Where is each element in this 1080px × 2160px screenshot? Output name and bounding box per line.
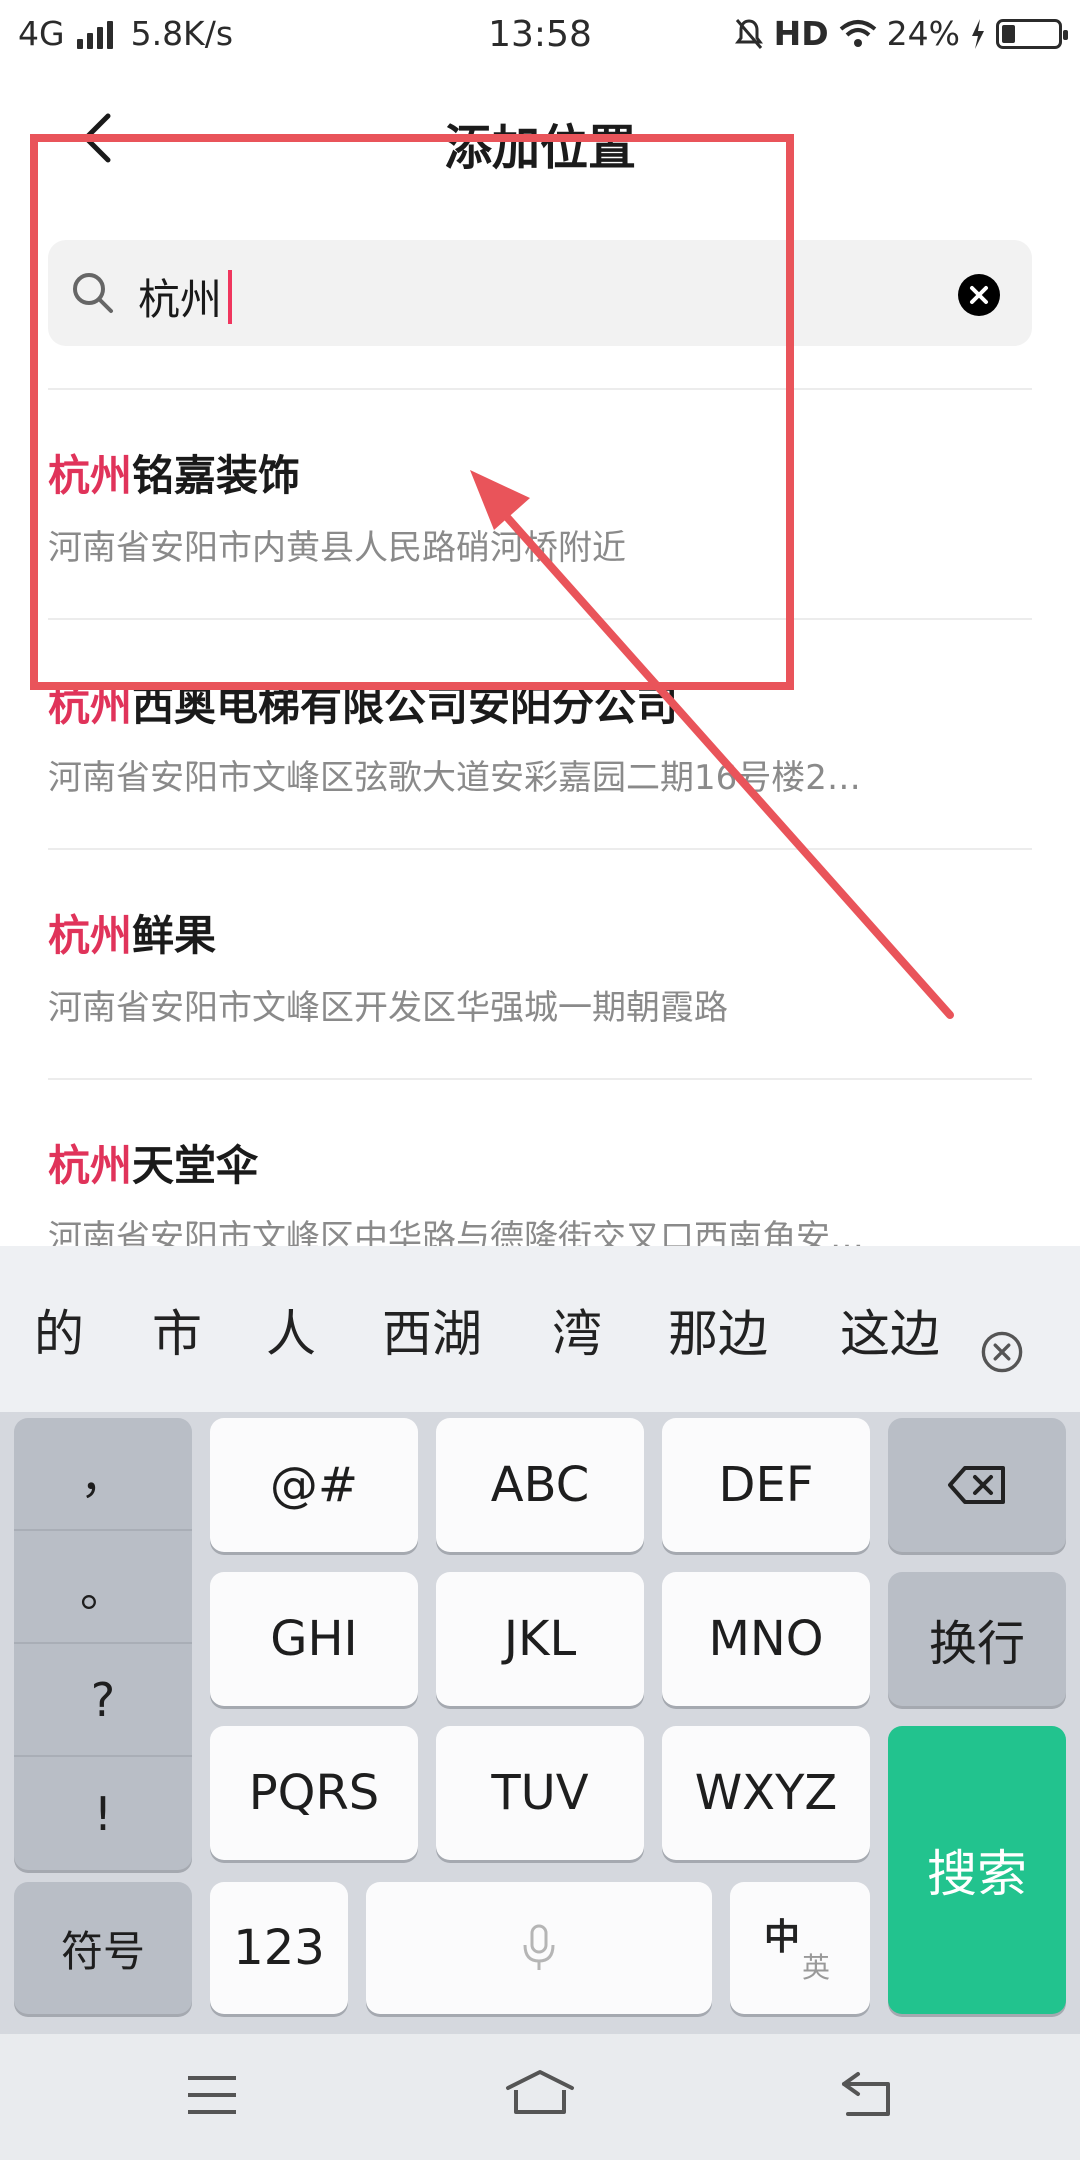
language-switch-key[interactable]: 中 英 <box>730 1882 870 2014</box>
key-mno[interactable]: MNO <box>662 1572 870 1706</box>
punct-key[interactable]: ， <box>14 1418 192 1531</box>
candidate-word[interactable]: 市 <box>152 1294 202 1366</box>
candidate-bar: 的 市 人 西湖 湾 那边 这边 <box>0 1246 1080 1412</box>
backspace-icon <box>948 1466 1005 1504</box>
punctuation-column: ， 。 ? ! <box>14 1418 192 1870</box>
search-key[interactable]: 搜索 <box>888 1726 1066 2014</box>
key-symbols-at[interactable]: @# <box>210 1418 418 1552</box>
home-icon[interactable] <box>504 2068 576 2118</box>
menu-icon[interactable] <box>186 2074 238 2116</box>
candidate-word[interactable]: 人 <box>266 1294 316 1366</box>
ime-keyboard: 的 市 人 西湖 湾 那边 这边 ， 。 ? ! @# ABC DEF GHI … <box>0 1246 1080 2160</box>
key-abc[interactable]: ABC <box>436 1418 644 1552</box>
lang-main: 中 <box>764 1917 801 1958</box>
numbers-key[interactable]: 123 <box>210 1882 348 2014</box>
key-def[interactable]: DEF <box>662 1418 870 1552</box>
close-candidates-icon[interactable] <box>980 1330 1024 1374</box>
symbols-key[interactable]: 符号 <box>14 1882 192 2014</box>
location-address: 河南省安阳市文峰区中华路与德隆街交叉口西南角安… <box>48 1218 864 1246</box>
back-nav-icon[interactable] <box>838 2070 894 2118</box>
candidate-word[interactable]: 的 <box>34 1294 84 1366</box>
keyword-highlight: 杭州 <box>48 1141 133 1190</box>
list-item[interactable]: 杭州天堂伞 河南省安阳市文峰区中华路与德隆街交叉口西南角安… <box>48 1080 1032 1246</box>
key-wxyz[interactable]: WXYZ <box>662 1726 870 1860</box>
key-pqrs[interactable]: PQRS <box>210 1726 418 1860</box>
punct-key[interactable]: ! <box>14 1757 192 1870</box>
punct-key[interactable]: 。 <box>14 1531 192 1644</box>
candidate-word[interactable]: 西湖 <box>382 1294 482 1366</box>
candidate-word[interactable]: 湾 <box>552 1294 602 1366</box>
candidate-word[interactable]: 那边 <box>668 1294 768 1366</box>
key-jkl[interactable]: JKL <box>436 1572 644 1706</box>
annotation-arrow <box>470 470 954 1019</box>
location-name: 杭州天堂伞 <box>48 1132 258 1193</box>
microphone-icon <box>523 1924 555 1970</box>
key-tuv[interactable]: TUV <box>436 1726 644 1860</box>
lang-alt: 英 <box>802 1951 831 1984</box>
candidate-word[interactable]: 这边 <box>840 1294 938 1366</box>
punct-key[interactable]: ? <box>14 1644 192 1757</box>
newline-key[interactable]: 换行 <box>888 1572 1066 1706</box>
backspace-key[interactable] <box>888 1418 1066 1552</box>
location-name-rest: 天堂伞 <box>132 1141 259 1190</box>
space-voice-key[interactable] <box>366 1882 712 2014</box>
key-ghi[interactable]: GHI <box>210 1572 418 1706</box>
system-nav-bar <box>0 2034 1080 2160</box>
